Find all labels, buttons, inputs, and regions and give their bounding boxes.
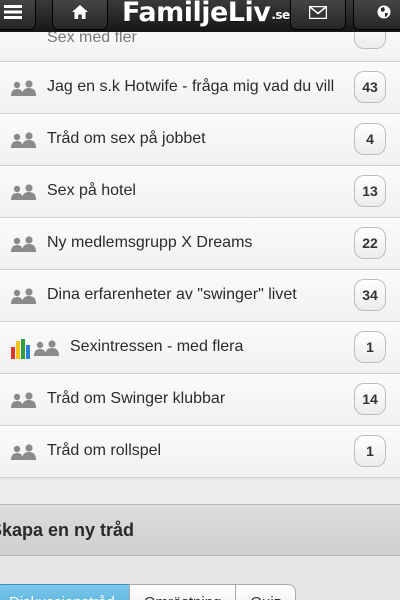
group-icon (11, 80, 37, 101)
site-logo[interactable]: FamiljeLiv .se (122, 0, 290, 28)
top-header: FamiljeLiv .se (0, 0, 400, 32)
thread-count-badge: 22 (354, 227, 386, 259)
mail-icon (309, 5, 327, 19)
group-icon (11, 236, 37, 257)
thread-title: Tråd om Swinger klubbar (47, 390, 226, 407)
thread-title: Tråd om rollspel (47, 442, 162, 459)
group-icon (11, 132, 37, 153)
section-gap (0, 480, 400, 504)
group-icon (11, 288, 37, 309)
thread-title: Sexintressen - med flera (70, 338, 244, 355)
thread-title: Jag en s.k Hotwife - fråga mig vad du vi… (47, 78, 335, 95)
create-thread-header: Skapa en ny tråd (0, 504, 400, 556)
thread-row[interactable]: Ny medlemsgrupp X Dreams 22 (0, 218, 400, 270)
thread-row[interactable]: Tråd om Swinger klubbar 14 (0, 374, 400, 426)
thread-title: Ny medlemsgrupp X Dreams (47, 234, 253, 251)
create-thread-title: Skapa en ny tråd (0, 520, 135, 540)
thread-list: Sex med fler Jag en s.k Hotwife - fråga … (0, 17, 400, 478)
thread-count-badge: 34 (354, 279, 386, 311)
thread-title: Dina erfarenheter av "swinger" livet (47, 286, 297, 303)
tab-poll[interactable]: Omröstning (128, 584, 236, 600)
mail-button[interactable] (290, 0, 346, 30)
group-icon (34, 340, 60, 361)
thread-count-badge: 43 (354, 71, 386, 103)
thread-row[interactable]: Dina erfarenheter av "swinger" livet 34 (0, 270, 400, 322)
globe-button[interactable] (353, 0, 400, 30)
thread-count-badge: 4 (354, 123, 386, 155)
tab-discussion[interactable]: Diskussionstråd (0, 584, 129, 600)
app-page: FamiljeLiv .se Sex med fler Jag en s.k H… (0, 0, 400, 600)
home-icon (72, 5, 88, 19)
poll-chart-icon (11, 339, 30, 359)
group-icon (11, 444, 37, 465)
thread-row[interactable]: Sex på hotel 13 (0, 166, 400, 218)
thread-count-badge: 14 (354, 383, 386, 415)
logo-suffix: .se (271, 8, 290, 22)
tab-quiz[interactable]: Quiz (235, 584, 297, 600)
group-icon (11, 184, 37, 205)
thread-row[interactable]: Jag en s.k Hotwife - fråga mig vad du vi… (0, 62, 400, 114)
thread-row[interactable]: Tråd om sex på jobbet 4 (0, 114, 400, 166)
logo-text: FamiljeLiv (122, 0, 271, 28)
thread-row[interactable]: Tråd om rollspel 1 (0, 426, 400, 478)
thread-count-badge: 1 (354, 435, 386, 467)
thread-count-badge: 1 (354, 331, 386, 363)
globe-icon (377, 5, 391, 19)
create-thread-tabs: Diskussionstråd Omröstning Quiz (0, 584, 297, 600)
thread-title: Tråd om sex på jobbet (47, 130, 206, 147)
menu-icon (4, 5, 22, 19)
menu-button[interactable] (0, 0, 36, 30)
thread-title: Sex på hotel (47, 182, 136, 199)
group-icon (11, 392, 37, 413)
home-button[interactable] (52, 0, 108, 30)
thread-count-badge: 13 (354, 175, 386, 207)
thread-row[interactable]: Sexintressen - med flera 1 (0, 322, 400, 374)
